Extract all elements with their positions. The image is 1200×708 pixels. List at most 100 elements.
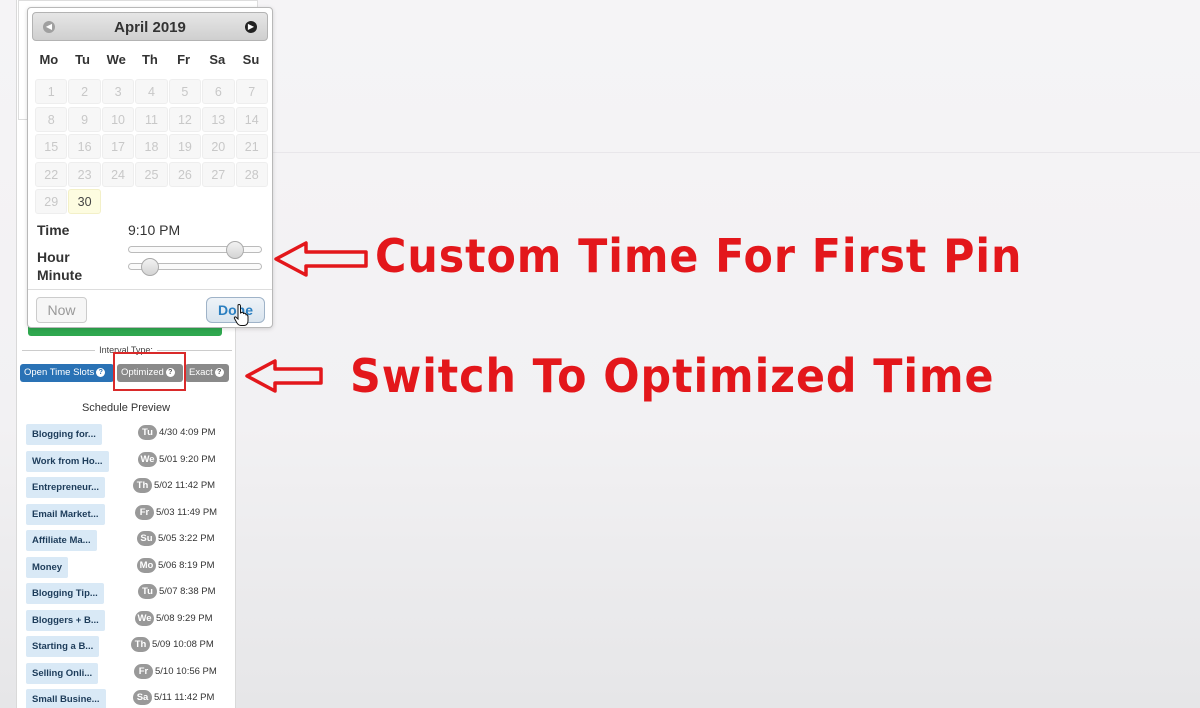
scheduled-datetime: 5/07 8:38 PM bbox=[159, 586, 216, 597]
datepicker-header: ◀ April 2019 ▶ bbox=[32, 12, 268, 41]
calendar-day: 14 bbox=[235, 106, 268, 132]
calendar-day: 17 bbox=[101, 134, 135, 159]
pin-title[interactable]: Entrepreneur... bbox=[26, 477, 106, 498]
weekday-header: Mo Tu We Th Fr Sa Su bbox=[32, 52, 268, 67]
weekday-label: Su bbox=[242, 52, 260, 67]
next-month-icon[interactable]: ▶ bbox=[245, 21, 257, 33]
pin-title[interactable]: Bloggers + B... bbox=[26, 609, 105, 631]
left-arrow-icon bbox=[245, 359, 323, 393]
calendar-day: 29 bbox=[35, 189, 68, 214]
interval-open-time-slots-button[interactable]: Open Time Slots? bbox=[20, 364, 114, 382]
highlight-box bbox=[113, 352, 186, 391]
calendar-day: 27 bbox=[202, 161, 235, 187]
hour-label: Hour bbox=[37, 249, 70, 265]
calendar-day: 21 bbox=[235, 134, 268, 159]
help-icon[interactable]: ? bbox=[96, 368, 106, 377]
weekday-label: Tu bbox=[75, 52, 90, 67]
scheduled-datetime: 4/30 4:09 PM bbox=[159, 427, 216, 438]
calendar-day: 16 bbox=[68, 134, 101, 159]
calendar-day: 18 bbox=[135, 134, 168, 159]
custom-time-annotation: Custom Time For First Pin bbox=[375, 229, 1023, 283]
pin-title[interactable]: Work from Ho... bbox=[26, 450, 109, 472]
calendar-day: 10 bbox=[101, 106, 135, 132]
calendar-week: 8 9 10 11 12 13 14 bbox=[35, 106, 269, 135]
pin-title[interactable]: Small Busine... bbox=[26, 689, 106, 708]
calendar-week: 29 30 bbox=[35, 189, 269, 217]
weekday-label: Th bbox=[141, 52, 158, 67]
scheduled-datetime: 5/09 10:08 PM bbox=[152, 639, 214, 650]
weekday-badge: Sa bbox=[133, 690, 152, 705]
calendar-day: 3 bbox=[101, 79, 135, 104]
background-divider bbox=[240, 152, 1200, 153]
calendar-day[interactable]: 30 bbox=[68, 189, 101, 214]
weekday-badge: Fr bbox=[134, 663, 153, 679]
scheduled-datetime: 5/02 11:42 PM bbox=[154, 480, 216, 491]
schedule-preview-row[interactable]: Email Market... Fr 5/03 11:49 PM bbox=[26, 502, 232, 529]
pin-title[interactable]: Email Market... bbox=[26, 503, 105, 525]
weekday-badge: Mo bbox=[137, 557, 156, 573]
calendar-day: 9 bbox=[68, 106, 101, 132]
schedule-preview-title: Schedule Preview bbox=[81, 402, 171, 414]
scheduled-datetime: 5/06 8:19 PM bbox=[158, 559, 215, 571]
schedule-preview-row[interactable]: Bloggers + B... We 5/08 9:29 PM bbox=[26, 608, 232, 635]
calendar-day: 19 bbox=[168, 134, 202, 159]
weekday-label: Sa bbox=[209, 52, 226, 67]
pin-title[interactable]: Affiliate Ma... bbox=[26, 530, 97, 551]
weekday-label: Mo bbox=[39, 52, 59, 67]
scheduled-datetime: 5/10 10:56 PM bbox=[155, 665, 217, 677]
calendar-day: 12 bbox=[168, 106, 202, 132]
calendar-day: 20 bbox=[202, 134, 235, 159]
calendar-day: 26 bbox=[168, 161, 202, 187]
schedule-preview-row[interactable]: Entrepreneur... Th 5/02 11:42 PM bbox=[26, 475, 232, 502]
picker-divider bbox=[28, 289, 272, 290]
left-arrow-icon bbox=[274, 241, 368, 277]
schedule-preview-row[interactable]: Selling Onli... Fr 5/10 10:56 PM bbox=[26, 661, 232, 688]
time-label: Time bbox=[37, 222, 70, 238]
calendar-day: 7 bbox=[235, 79, 268, 104]
help-icon[interactable]: ? bbox=[214, 368, 224, 377]
datepicker-popup: ◀ April 2019 ▶ Mo Tu We Th Fr Sa Su 1234567891… bbox=[27, 7, 273, 328]
month-title: April 2019 bbox=[114, 19, 186, 36]
minute-slider[interactable] bbox=[128, 258, 262, 276]
pin-title[interactable]: Blogging Tip... bbox=[26, 583, 104, 604]
calendar-day: 11 bbox=[135, 106, 168, 132]
schedule-preview-row[interactable]: Affiliate Ma... Su 5/05 3:22 PM bbox=[26, 528, 232, 555]
calendar-day: 22 bbox=[35, 161, 68, 187]
now-button[interactable]: Now bbox=[36, 297, 87, 323]
schedule-preview-row[interactable]: Money Mo 5/06 8:19 PM bbox=[26, 555, 232, 582]
weekday-badge: Th bbox=[133, 478, 152, 493]
pin-title[interactable]: Starting a B... bbox=[26, 636, 100, 657]
calendar-day: 6 bbox=[202, 79, 235, 104]
pin-title[interactable]: Selling Onli... bbox=[26, 662, 99, 684]
time-value: 9:10 PM bbox=[128, 222, 181, 238]
weekday-badge: Th bbox=[131, 637, 150, 652]
scheduled-datetime: 5/03 11:49 PM bbox=[156, 506, 218, 518]
hour-slider[interactable] bbox=[128, 241, 262, 259]
weekday-badge: Tu bbox=[138, 584, 157, 599]
minute-label: Minute bbox=[37, 267, 83, 283]
calendar-day: 23 bbox=[68, 161, 101, 187]
minute-slider-handle[interactable] bbox=[140, 258, 159, 276]
pin-title[interactable]: Blogging for... bbox=[26, 424, 102, 445]
pin-title[interactable]: Money bbox=[26, 556, 69, 578]
scheduled-datetime: 5/05 3:22 PM bbox=[158, 533, 215, 544]
weekday-label: We bbox=[106, 52, 126, 67]
hour-slider-handle[interactable] bbox=[226, 241, 245, 259]
schedule-preview-row[interactable]: Starting a B... Th 5/09 10:08 PM bbox=[26, 634, 232, 661]
scheduled-datetime: 5/11 11:42 PM bbox=[154, 692, 215, 703]
weekday-badge: Tu bbox=[138, 425, 157, 440]
switch-optimized-annotation: Switch To Optimized Time bbox=[350, 349, 995, 403]
schedule-preview-list: Blogging for... Tu 4/30 4:09 PM Work from H… bbox=[26, 422, 232, 708]
schedule-preview-row[interactable]: Blogging Tip... Tu 5/07 8:38 PM bbox=[26, 581, 232, 608]
calendar-day: 2 bbox=[68, 79, 101, 104]
calendar-day: 13 bbox=[202, 106, 235, 132]
weekday-badge: We bbox=[138, 451, 157, 467]
calendar-week: 15 16 17 18 19 20 21 bbox=[35, 134, 269, 162]
calendar-day: 5 bbox=[168, 79, 202, 104]
calendar-day: 1 bbox=[35, 79, 68, 104]
schedule-preview-row[interactable]: Blogging for... Tu 4/30 4:09 PM bbox=[26, 422, 232, 449]
calendar-day: 4 bbox=[135, 79, 168, 104]
schedule-preview-row[interactable]: Small Busine... Sa 5/11 11:42 PM bbox=[26, 687, 232, 708]
schedule-preview-row[interactable]: Work from Ho... We 5/01 9:20 PM bbox=[26, 449, 232, 476]
interval-exact-button[interactable]: Exact? bbox=[185, 364, 229, 382]
